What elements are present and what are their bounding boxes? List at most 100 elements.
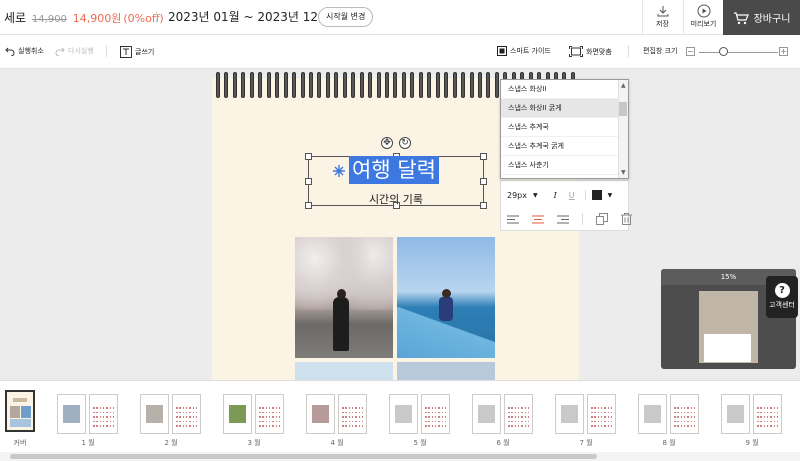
add-text-label: 글쓰기 <box>135 48 155 56</box>
scrollbar-thumb[interactable] <box>10 454 597 459</box>
calendar-page-thumb[interactable] <box>255 394 284 434</box>
zoom-thumb[interactable] <box>718 47 728 56</box>
calendar-page-thumb[interactable] <box>670 394 699 434</box>
resize-handle[interactable] <box>305 178 312 185</box>
resize-handle[interactable] <box>480 178 487 185</box>
rotate-icon[interactable]: ↻ <box>399 137 411 149</box>
download-icon <box>657 6 668 17</box>
photo-page-thumb[interactable] <box>472 394 501 434</box>
calendar-page-thumb[interactable] <box>587 394 616 434</box>
photo-page-thumb[interactable] <box>721 394 750 434</box>
undo-button[interactable]: 실행취소 <box>5 46 44 56</box>
scrollbar-thumb[interactable] <box>619 102 627 116</box>
binding-ring <box>444 72 449 98</box>
smart-guide-toggle[interactable]: 스마트 가이드 <box>497 46 551 56</box>
align-right-icon[interactable] <box>557 215 569 224</box>
save-button[interactable]: 저장 <box>642 0 682 35</box>
zoom-in-button[interactable]: + <box>779 47 788 56</box>
cherry-blossom-photo[interactable] <box>295 237 393 358</box>
cart-button[interactable]: 장바구니 <box>723 0 800 35</box>
photo-partial-left[interactable] <box>295 362 393 380</box>
divider <box>628 45 629 57</box>
cover-thumb-image[interactable] <box>5 390 35 432</box>
text-anchor-icon <box>333 165 345 177</box>
minimap-view-area <box>704 334 751 362</box>
binding-ring <box>258 72 263 98</box>
page-thumbnails: 커버 1 월 2 월 3 월 4 월 5 월 6 월 7 월 8 월 9 월 <box>0 381 800 451</box>
customer-center-button[interactable]: ? 고객센터 <box>766 276 798 318</box>
page-label: 3 월 <box>247 439 261 447</box>
font-option[interactable]: 스냅스 화상II 굵게 <box>501 99 628 118</box>
calendar-page-thumb[interactable] <box>504 394 533 434</box>
binding-ring <box>325 72 330 98</box>
binding-ring <box>393 72 398 98</box>
cover-title-text[interactable]: 여행 달력 <box>349 156 439 184</box>
binding-ring <box>410 72 415 98</box>
sale-price: 14,900원 <box>72 12 122 25</box>
underline-button[interactable]: U <box>569 191 575 200</box>
scroll-down-icon[interactable]: ▼ <box>621 169 626 176</box>
calendar-page-thumb[interactable] <box>753 394 782 434</box>
binding-ring <box>427 72 432 98</box>
photo-page-thumb[interactable] <box>555 394 584 434</box>
font-option[interactable]: 스냅스 화상II <box>501 80 628 99</box>
zoom-track[interactable] <box>699 52 778 53</box>
font-option-list: 스냅스 화상II 스냅스 화상II 굵게 스냅스 추계국 스냅스 추계국 굵게 스냅스 … <box>501 80 628 175</box>
trash-icon[interactable] <box>621 213 632 225</box>
zoom-slider[interactable]: − + <box>686 47 790 57</box>
cart-label: 장바구니 <box>753 14 791 25</box>
font-size-select[interactable]: 29px <box>507 191 527 200</box>
photo-page-thumb[interactable] <box>223 394 252 434</box>
photo-page-thumb[interactable] <box>638 394 667 434</box>
font-option[interactable]: 스냅스 추계국 굵게 <box>501 137 628 156</box>
editor-canvas[interactable]: ✥ ↻ 여행 달력 시간의 기록 스냅스 화상II 스냅스 화상II 굵게 스냅스 … <box>0 70 800 380</box>
zoom-out-button[interactable]: − <box>686 47 695 56</box>
photo-page-thumb[interactable] <box>306 394 335 434</box>
edit-window-size-label: 편집창 크기 <box>643 46 677 56</box>
binding-ring <box>266 72 271 98</box>
dropdown-scrollbar[interactable]: ▲ ▼ <box>618 80 628 178</box>
calendar-page-thumb[interactable] <box>172 394 201 434</box>
resize-handle[interactable] <box>480 153 487 160</box>
product-name: 세로 <box>4 11 27 25</box>
align-left-icon[interactable] <box>507 215 519 224</box>
page-label: 8 월 <box>662 439 676 447</box>
scroll-up-icon[interactable]: ▲ <box>621 82 626 89</box>
fit-screen-button[interactable]: 화면맞춤 <box>569 46 612 57</box>
chevron-down-icon[interactable]: ▼ <box>533 192 538 199</box>
font-option[interactable]: 스냅스 사춘기 <box>501 156 628 175</box>
copy-icon[interactable] <box>596 213 608 225</box>
smart-guide-icon <box>497 46 507 56</box>
binding-ring <box>334 72 339 98</box>
preview-button[interactable]: 미리보기 <box>683 0 723 35</box>
text-box-icon <box>120 46 132 58</box>
page-label: 9 월 <box>745 439 759 447</box>
resize-handle[interactable] <box>305 153 312 160</box>
chevron-down-icon[interactable]: ▼ <box>608 192 613 199</box>
photo-page-thumb[interactable] <box>57 394 86 434</box>
move-icon[interactable]: ✥ <box>381 137 393 149</box>
divider <box>584 190 586 200</box>
cover-subtitle-text[interactable]: 시간의 기록 <box>0 191 792 207</box>
redo-button[interactable]: 다시실행 <box>55 46 94 56</box>
binding-ring <box>376 72 381 98</box>
italic-button[interactable]: I <box>554 191 557 200</box>
text-color-swatch[interactable] <box>591 190 602 200</box>
cart-icon <box>733 11 749 24</box>
undo-icon <box>5 47 15 56</box>
edit-toolbar: 실행취소 다시실행 글쓰기 스마트 가이드 화면맞춤 편집창 크기 − + <box>0 35 800 69</box>
binding-ring <box>435 72 440 98</box>
font-family-dropdown[interactable]: 스냅스 화상II 스냅스 화상II 굵게 스냅스 추계국 스냅스 추계국 굵게 스냅스 … <box>500 79 629 179</box>
align-center-icon[interactable] <box>532 215 544 224</box>
photo-page-thumb[interactable] <box>389 394 418 434</box>
font-option[interactable]: 스냅스 추계국 <box>501 118 628 137</box>
photo-page-thumb[interactable] <box>140 394 169 434</box>
change-start-month-button[interactable]: 시작월 변경 <box>318 7 374 27</box>
calendar-page-thumb[interactable] <box>338 394 367 434</box>
calendar-page-thumb[interactable] <box>89 394 118 434</box>
photo-partial-right[interactable] <box>397 362 495 380</box>
calendar-page-thumb[interactable] <box>421 394 450 434</box>
ocean-photo[interactable] <box>397 237 495 358</box>
add-text-button[interactable]: 글쓰기 <box>120 46 154 58</box>
binding-ring <box>469 72 474 98</box>
